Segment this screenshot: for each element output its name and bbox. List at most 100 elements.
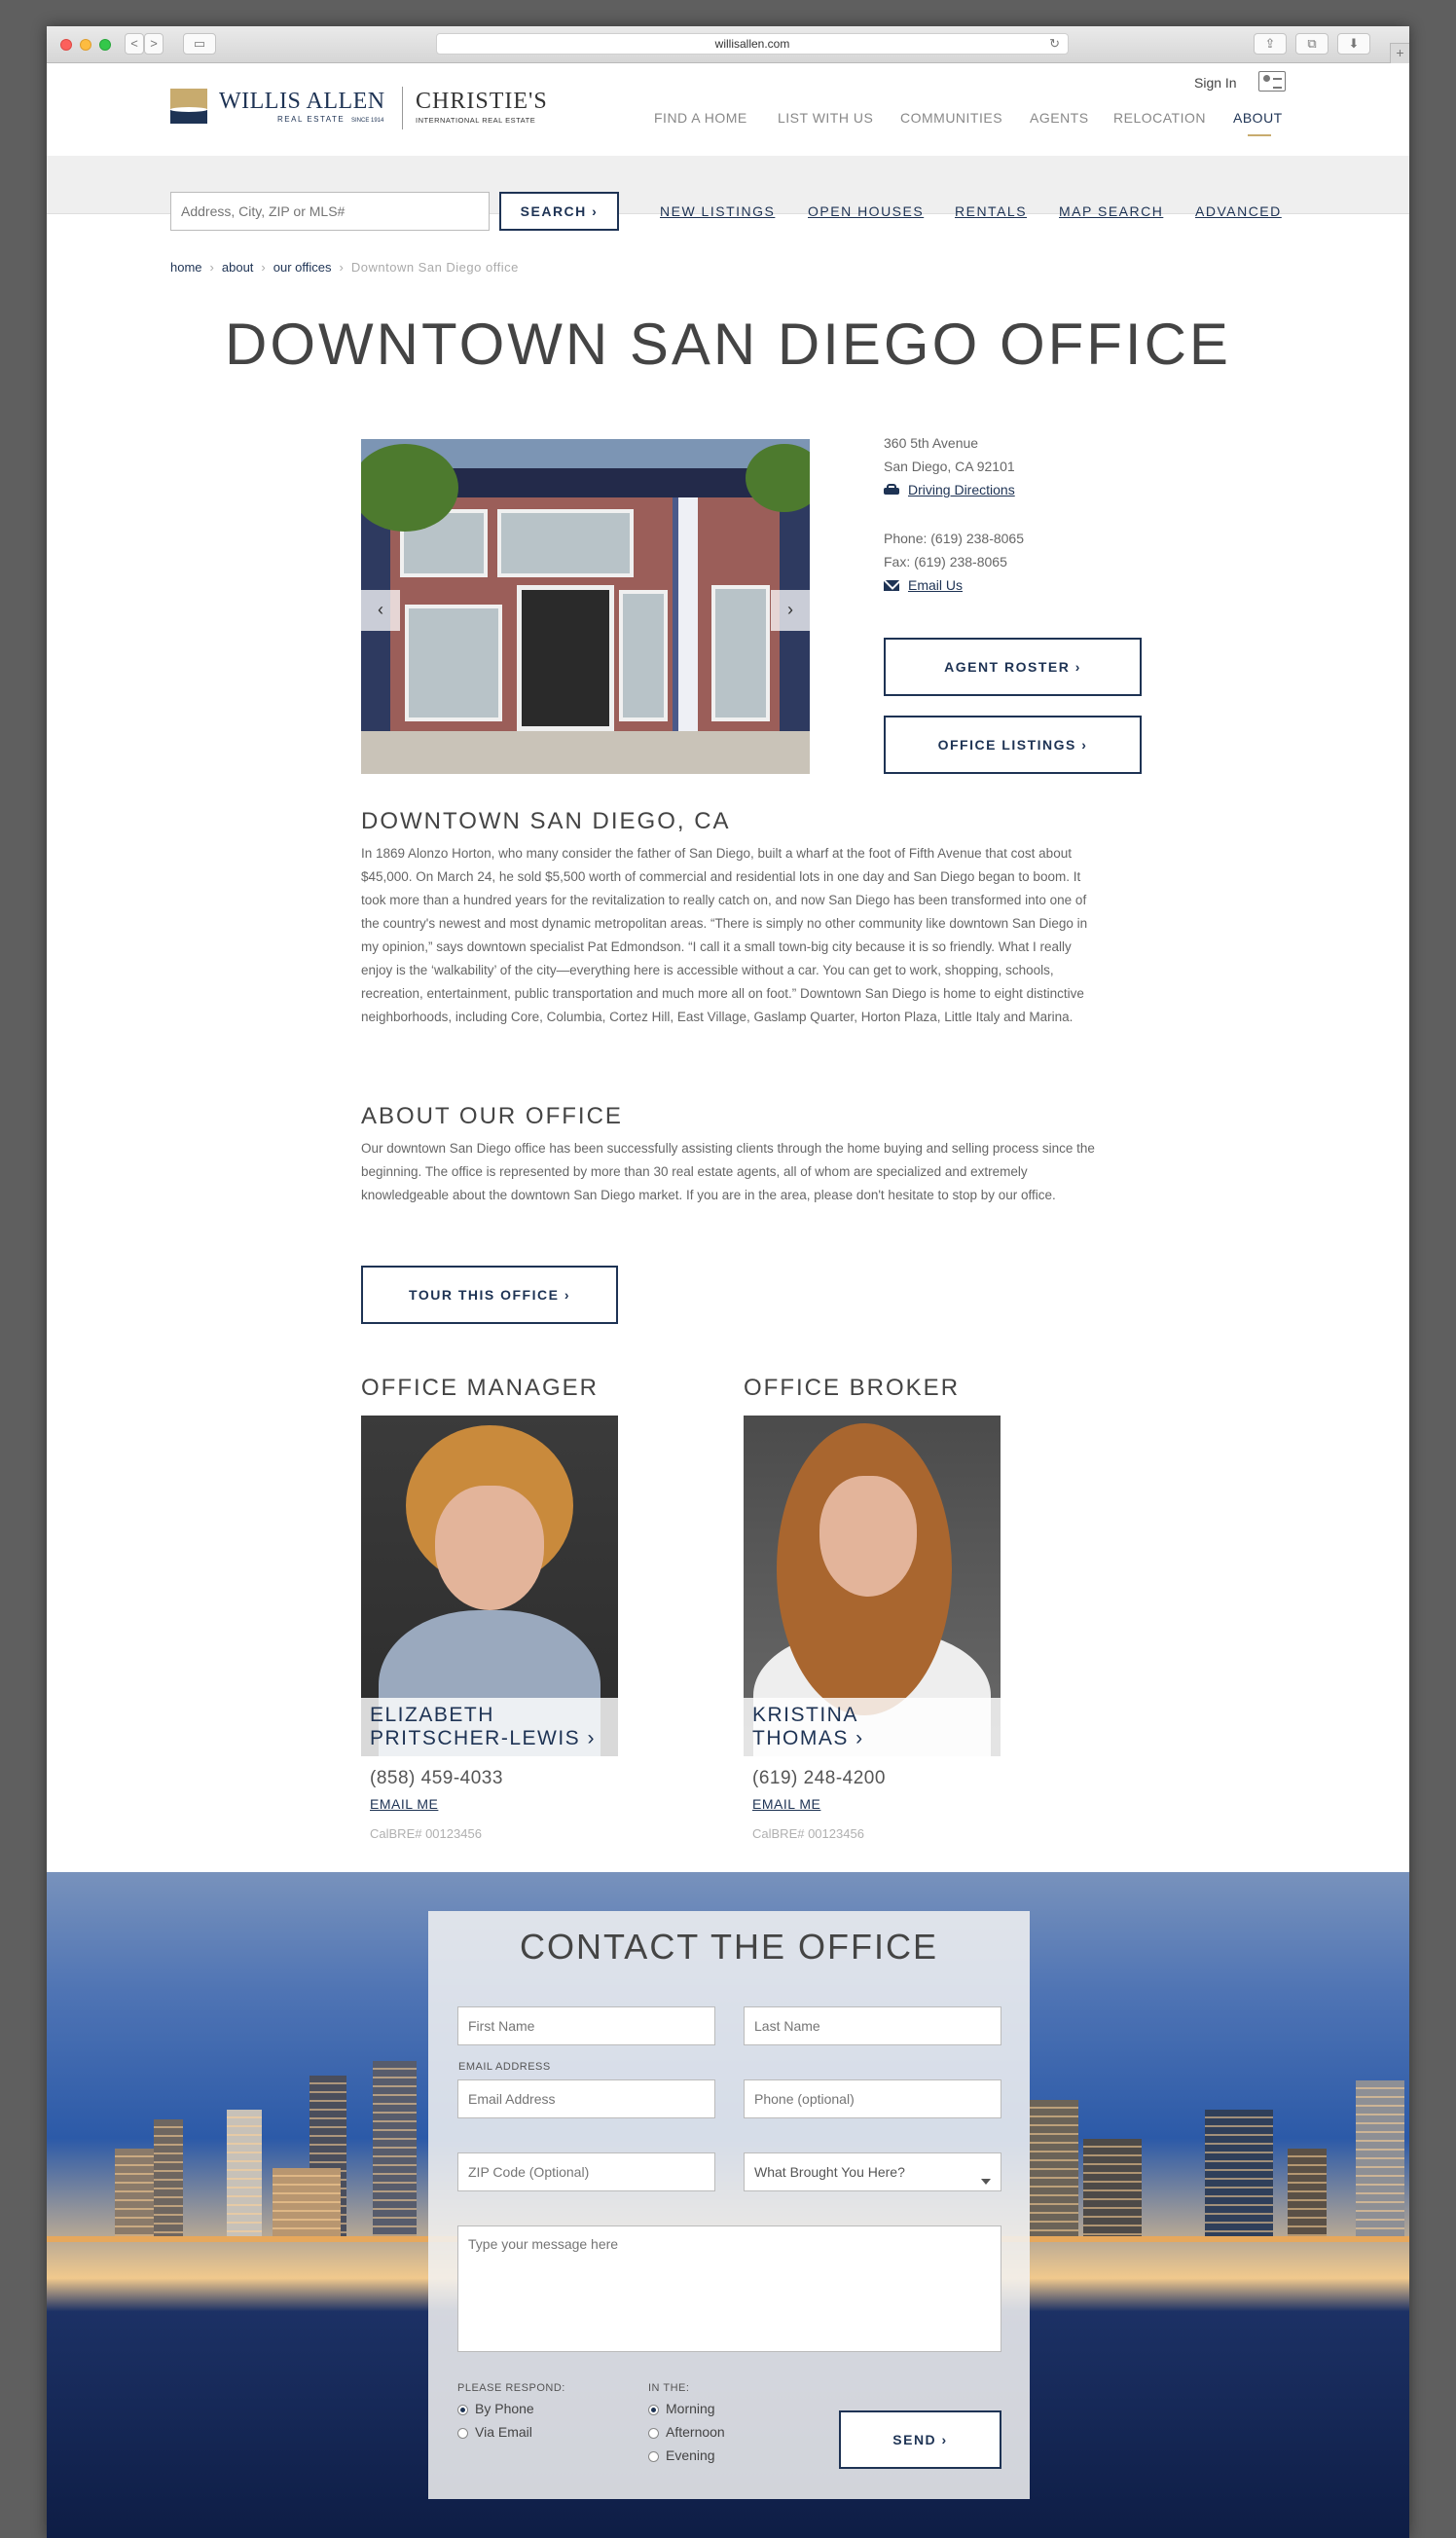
share-icon: ⇪ xyxy=(1264,36,1276,51)
broker-first-name: KRISTINA xyxy=(752,1704,858,1726)
manager-last-name: PRITSCHER-LEWIS › xyxy=(370,1727,597,1749)
respond-by-phone-radio[interactable] xyxy=(457,2405,468,2415)
contact-form: CONTACT THE OFFICE EMAIL ADDRESS What Br… xyxy=(428,1911,1030,2499)
map-search-link[interactable]: MAP SEARCH xyxy=(1059,203,1163,219)
send-button[interactable]: SEND › xyxy=(839,2410,1001,2469)
tabs-icon: ⧉ xyxy=(1307,36,1317,51)
office-broker-heading: OFFICE BROKER xyxy=(744,1375,961,1401)
about-description: Our downtown San Diego office has been s… xyxy=(361,1141,1095,1202)
broker-name-link[interactable]: KRISTINA THOMAS › xyxy=(744,1698,1001,1756)
time-afternoon-label[interactable]: Afternoon xyxy=(666,2424,725,2440)
photo-next-button[interactable]: › xyxy=(771,590,810,631)
nav-relocation[interactable]: RELOCATION xyxy=(1113,110,1206,126)
manager-phone: (858) 459-4033 xyxy=(370,1768,503,1788)
open-houses-link[interactable]: OPEN HOUSES xyxy=(808,203,924,219)
area-description: In 1869 Alonzo Horton, who many consider… xyxy=(361,846,1088,1024)
phone-field[interactable] xyxy=(744,2079,1001,2118)
last-name-field[interactable] xyxy=(744,2006,1001,2045)
email-field[interactable] xyxy=(457,2079,715,2118)
broker-last-name: THOMAS › xyxy=(752,1727,864,1749)
manager-card[interactable]: ELIZABETH PRITSCHER-LEWIS › xyxy=(361,1416,618,1756)
email-address-label: EMAIL ADDRESS xyxy=(458,2061,551,2073)
sign-in-link[interactable]: Sign In xyxy=(1194,75,1237,91)
profile-card-icon[interactable] xyxy=(1258,71,1286,92)
reload-icon[interactable]: ↻ xyxy=(1049,34,1060,54)
close-window-button[interactable] xyxy=(60,39,72,51)
agent-roster-button[interactable]: AGENT ROSTER › xyxy=(884,638,1142,696)
logo-partner-sub: INTERNATIONAL REAL ESTATE xyxy=(416,116,536,125)
reason-select[interactable]: What Brought You Here? xyxy=(744,2152,1001,2191)
driving-directions-link[interactable]: Driving Directions xyxy=(908,482,1015,497)
search-button[interactable]: SEARCH › xyxy=(499,192,619,231)
respond-label: PLEASE RESPOND: xyxy=(457,2382,565,2394)
car-icon xyxy=(884,484,899,496)
office-manager-heading: OFFICE MANAGER xyxy=(361,1375,600,1401)
mail-icon xyxy=(884,580,899,591)
share-button[interactable]: ⇪ xyxy=(1254,33,1287,55)
breadcrumb-separator: › xyxy=(261,260,266,275)
tabs-button[interactable]: ⧉ xyxy=(1295,33,1329,55)
rentals-link[interactable]: RENTALS xyxy=(955,203,1027,219)
time-evening-radio[interactable] xyxy=(648,2451,659,2462)
time-morning-label[interactable]: Morning xyxy=(666,2401,715,2416)
about-heading: ABOUT OUR OFFICE xyxy=(361,1103,623,1129)
back-button[interactable]: < xyxy=(125,33,144,55)
breadcrumb-our-offices[interactable]: our offices xyxy=(273,260,332,275)
browser-toolbar: < > ▭ willisallen.com ↻ ⇪ ⧉ ⬇ + xyxy=(47,26,1409,63)
message-field[interactable] xyxy=(457,2225,1001,2352)
sidebar-toggle-button[interactable]: ▭ xyxy=(183,33,216,55)
tour-office-button[interactable]: TOUR THIS OFFICE › xyxy=(361,1266,618,1324)
respond-via-email-label[interactable]: Via Email xyxy=(475,2424,532,2440)
nav-communities[interactable]: COMMUNITIES xyxy=(900,110,1002,126)
first-name-field[interactable] xyxy=(457,2006,715,2045)
breadcrumb-separator: › xyxy=(209,260,214,275)
contact-section: CONTACT THE OFFICE EMAIL ADDRESS What Br… xyxy=(47,1872,1409,2538)
manager-license: CalBRE# 00123456 xyxy=(370,1826,482,1841)
download-icon: ⬇ xyxy=(1348,36,1360,51)
time-of-day-label: IN THE: xyxy=(648,2382,690,2394)
browser-window: < > ▭ willisallen.com ↻ ⇪ ⧉ ⬇ + WILLIS A… xyxy=(47,26,1409,2538)
broker-license: CalBRE# 00123456 xyxy=(752,1826,864,1841)
nav-agents[interactable]: AGENTS xyxy=(1030,110,1089,126)
time-afternoon-radio[interactable] xyxy=(648,2428,659,2439)
forward-button[interactable]: > xyxy=(144,33,164,55)
contact-title: CONTACT THE OFFICE xyxy=(519,1927,938,1967)
time-evening-label[interactable]: Evening xyxy=(666,2447,715,2463)
breadcrumb-home[interactable]: home xyxy=(170,260,202,275)
nav-about[interactable]: ABOUT xyxy=(1233,110,1283,126)
sidebar-icon: ▭ xyxy=(193,36,206,51)
address-bar[interactable]: willisallen.com ↻ xyxy=(436,33,1069,55)
nav-find-a-home[interactable]: FIND A HOME xyxy=(654,110,747,126)
office-listings-button[interactable]: OFFICE LISTINGS › xyxy=(884,716,1142,774)
manager-name-link[interactable]: ELIZABETH PRITSCHER-LEWIS › xyxy=(361,1698,618,1756)
downloads-button[interactable]: ⬇ xyxy=(1337,33,1370,55)
broker-card[interactable]: KRISTINA THOMAS › xyxy=(744,1416,1001,1756)
new-tab-button[interactable]: + xyxy=(1390,43,1409,63)
new-listings-link[interactable]: NEW LISTINGS xyxy=(660,203,775,219)
broker-email-link[interactable]: EMAIL ME xyxy=(752,1796,820,1812)
search-input[interactable] xyxy=(170,192,490,231)
breadcrumb-current: Downtown San Diego office xyxy=(350,260,519,275)
manager-email-link[interactable]: EMAIL ME xyxy=(370,1796,438,1812)
email-us-link[interactable]: Email Us xyxy=(908,577,963,593)
area-heading: DOWNTOWN SAN DIEGO, CA xyxy=(361,808,731,834)
photo-prev-button[interactable]: ‹ xyxy=(361,590,400,631)
breadcrumb-about[interactable]: about xyxy=(222,260,254,275)
office-address-line1: 360 5th Avenue xyxy=(884,435,979,451)
minimize-window-button[interactable] xyxy=(80,39,91,51)
breadcrumb: home › about › our offices › Downtown San Dieg… xyxy=(170,260,519,275)
office-fax: Fax: (619) 238-8065 xyxy=(884,554,1007,570)
office-address-line2: San Diego, CA 92101 xyxy=(884,459,1015,474)
office-photo-carousel[interactable]: ‹ › xyxy=(361,439,810,774)
zip-code-field[interactable] xyxy=(457,2152,715,2191)
respond-via-email-radio[interactable] xyxy=(457,2428,468,2439)
nav-list-with-us[interactable]: LIST WITH US xyxy=(778,110,873,126)
zoom-window-button[interactable] xyxy=(99,39,111,51)
reason-select-value: What Brought You Here? xyxy=(754,2164,905,2180)
respond-by-phone-label[interactable]: By Phone xyxy=(475,2401,534,2416)
time-morning-radio[interactable] xyxy=(648,2405,659,2415)
logo-mark xyxy=(170,89,207,124)
url-text: willisallen.com xyxy=(714,37,790,51)
advanced-search-link[interactable]: ADVANCED xyxy=(1195,203,1282,219)
breadcrumb-separator: › xyxy=(339,260,344,275)
